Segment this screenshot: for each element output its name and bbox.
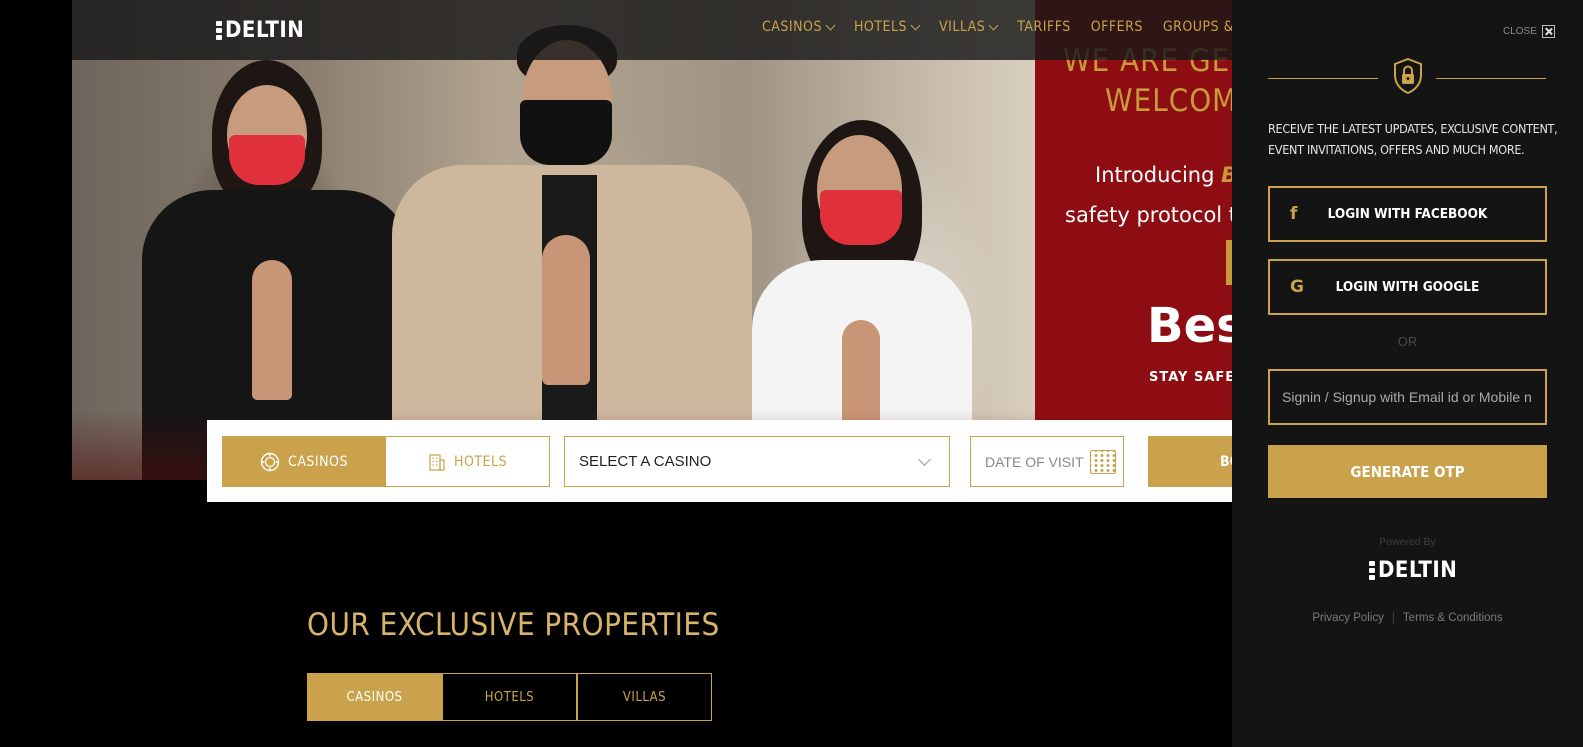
casino-select[interactable]: SELECT A CASINO xyxy=(564,436,950,487)
booking-tab-casinos[interactable]: CASINOS xyxy=(222,436,386,487)
hero-headline-2: WELCOM xyxy=(1105,83,1232,119)
date-of-visit-field[interactable]: DATE OF VISIT xyxy=(970,436,1124,487)
powered-by-label: Powered By xyxy=(1379,536,1436,548)
hero-safety-line: safety protocol that xyxy=(1065,203,1232,227)
hero-promo-panel: WE ARE GE WELCOM Introducing Bes safety … xyxy=(1035,0,1232,420)
properties-tab-villas[interactable]: VILLAS xyxy=(577,673,712,721)
nav-offers[interactable]: OFFERS xyxy=(1091,19,1143,35)
or-separator: OR xyxy=(1397,334,1418,349)
link-separator: | xyxy=(1391,612,1395,624)
footer-links: Privacy Policy | Terms & Conditions xyxy=(1232,612,1583,624)
calendar-icon[interactable] xyxy=(1089,449,1116,474)
building-icon xyxy=(429,453,445,471)
powered-logo-text: DELTIN xyxy=(1378,558,1458,583)
facebook-label: LOGIN WITH FACEBOOK xyxy=(1327,206,1488,222)
deltin-logo[interactable]: DELTIN xyxy=(215,18,304,43)
nav-casinos[interactable]: CASINOS xyxy=(762,19,836,35)
hero-intro: Introducing Bes xyxy=(1095,163,1232,187)
terms-link[interactable]: Terms & Conditions xyxy=(1403,612,1503,624)
login-google-button[interactable]: G LOGIN WITH GOOGLE xyxy=(1268,259,1547,315)
promo-text: RECEIVE THE LATEST UPDATES, EXCLUSIVE CO… xyxy=(1268,121,1558,157)
logo-mark-icon xyxy=(215,21,222,40)
divider-left xyxy=(1268,78,1378,79)
generate-otp-button[interactable]: GENERATE OTP xyxy=(1268,445,1547,498)
casino-select-value: SELECT A CASINO xyxy=(579,453,712,470)
hero-stay-safe: STAY SAFE • xyxy=(1149,370,1232,385)
lock-shield-icon xyxy=(1394,58,1422,94)
login-facebook-button[interactable]: f LOGIN WITH FACEBOOK xyxy=(1268,186,1547,242)
booking-tab-hotels[interactable]: HOTELS xyxy=(385,436,550,487)
date-placeholder: DATE OF VISIT xyxy=(985,453,1084,470)
chevron-down-icon xyxy=(825,20,836,30)
chevron-down-icon xyxy=(910,20,921,30)
powered-by-logo: DELTIN xyxy=(1368,558,1457,583)
properties-title: OUR EXCLUSIVE PROPERTIES xyxy=(307,607,720,643)
properties-tabs: CASINOS HOTELS VILLAS xyxy=(307,673,712,721)
divider-right xyxy=(1436,78,1546,79)
nav-villas[interactable]: VILLAS xyxy=(939,19,999,35)
google-label: LOGIN WITH GOOGLE xyxy=(1335,279,1480,295)
main-nav: CASINOS HOTELS VILLAS TARIFFS OFFERS GRO… xyxy=(762,19,1256,35)
close-label: CLOSE xyxy=(1503,26,1537,37)
close-icon xyxy=(1541,25,1555,38)
hero-photo xyxy=(72,0,1035,480)
chip-icon xyxy=(260,452,280,471)
properties-tab-casinos[interactable]: CASINOS xyxy=(307,673,442,721)
chevron-down-icon xyxy=(918,452,931,466)
nav-hotels[interactable]: HOTELS xyxy=(854,19,921,35)
properties-tab-hotels[interactable]: HOTELS xyxy=(442,673,577,721)
privacy-policy-link[interactable]: Privacy Policy xyxy=(1312,612,1384,624)
logo-mark-icon xyxy=(1368,561,1375,580)
booking-bar: CASINOS HOTELS SELECT A CASINO DATE OF V… xyxy=(207,420,1248,502)
site-header: DELTIN CASINOS HOTELS VILLAS TARIFFS OFF… xyxy=(72,0,1255,60)
email-mobile-input[interactable] xyxy=(1268,369,1547,425)
close-button[interactable]: CLOSE xyxy=(1503,25,1555,38)
hero-best-text: Best xyxy=(1147,298,1232,354)
google-icon: G xyxy=(1290,277,1304,297)
facebook-icon: f xyxy=(1290,204,1298,224)
logo-text: DELTIN xyxy=(225,18,305,43)
hero-banner: WE ARE GE WELCOM Introducing Bes safety … xyxy=(72,0,1232,480)
nav-tariffs[interactable]: TARIFFS xyxy=(1017,19,1070,35)
chevron-down-icon xyxy=(988,20,999,30)
login-side-panel: CLOSE RECEIVE THE LATEST UPDATES, EXCLUS… xyxy=(1232,0,1583,747)
